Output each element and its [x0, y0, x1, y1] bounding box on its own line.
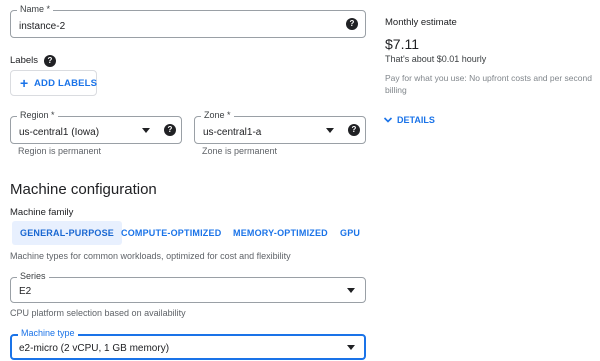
- add-labels-button[interactable]: + ADD LABELS: [10, 70, 97, 96]
- help-circle-icon[interactable]: ?: [164, 124, 176, 136]
- estimate-note: Pay for what you use: No upfront costs a…: [385, 73, 592, 95]
- estimate-title: Monthly estimate: [385, 17, 457, 28]
- region-hint: Region is permanent: [18, 146, 102, 156]
- machine-type-value: e2-micro (2 vCPU, 1 GB memory): [19, 343, 170, 354]
- tab-gpu[interactable]: GPU: [340, 221, 360, 245]
- series-value: E2: [19, 286, 32, 297]
- caret-down-icon: [347, 345, 355, 350]
- series-select[interactable]: Series E2: [10, 270, 366, 303]
- labels-heading: Labels: [10, 55, 38, 66]
- details-label: DETAILS: [397, 115, 435, 125]
- region-label: Region *: [17, 109, 58, 121]
- caret-down-icon: [326, 128, 334, 133]
- tab-memory-optimized[interactable]: MEMORY-OPTIMIZED: [233, 221, 328, 245]
- name-field[interactable]: Name * instance-2 ?: [10, 3, 366, 38]
- plus-icon: +: [20, 75, 29, 91]
- series-hint: CPU platform selection based on availabi…: [10, 308, 186, 318]
- name-input[interactable]: instance-2: [19, 20, 65, 34]
- caret-down-icon: [347, 288, 355, 293]
- help-circle-icon[interactable]: ?: [346, 18, 358, 30]
- name-field-label: Name *: [17, 3, 54, 15]
- machine-type-select[interactable]: Machine type e2-micro (2 vCPU, 1 GB memo…: [10, 327, 366, 360]
- machine-family-label: Machine family: [10, 207, 74, 218]
- tab-compute-optimized[interactable]: COMPUTE-OPTIMIZED: [121, 221, 221, 245]
- details-toggle[interactable]: DETAILS: [383, 113, 443, 129]
- machine-family-hint: Machine types for common workloads, opti…: [10, 251, 291, 261]
- machine-type-label: Machine type: [18, 327, 78, 339]
- zone-select[interactable]: Zone * us-central1-a ?: [194, 109, 366, 144]
- zone-label: Zone *: [201, 109, 234, 121]
- section-title: Machine configuration: [10, 181, 157, 198]
- tab-general-purpose[interactable]: GENERAL-PURPOSE: [12, 221, 123, 245]
- caret-down-icon: [142, 128, 150, 133]
- chevron-down-icon: [383, 117, 393, 123]
- region-select[interactable]: Region * us-central1 (Iowa) ?: [10, 109, 182, 144]
- zone-value: us-central1-a: [203, 127, 262, 138]
- estimate-hourly: That's about $0.01 hourly: [385, 54, 487, 64]
- zone-hint: Zone is permanent: [202, 146, 278, 156]
- series-label: Series: [17, 270, 49, 282]
- region-value: us-central1 (Iowa): [19, 127, 100, 138]
- help-circle-icon[interactable]: ?: [348, 124, 360, 136]
- estimate-price: $7.11: [385, 36, 419, 52]
- help-circle-icon[interactable]: ?: [44, 55, 56, 67]
